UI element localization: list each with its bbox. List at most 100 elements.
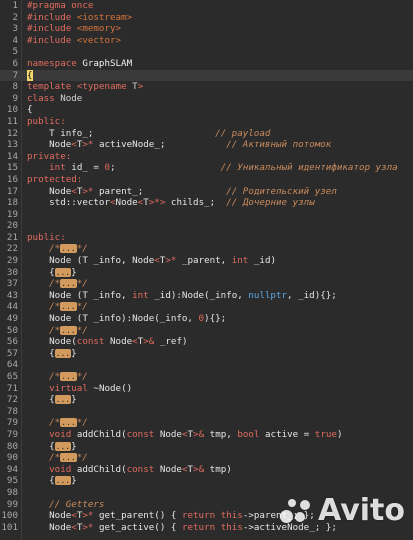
code-token: addChild( [76, 428, 127, 440]
line-number: 79 [6, 428, 18, 440]
code-token: >& [193, 463, 210, 475]
line-code: void addChild(const Node<T>& tmp, bool a… [27, 429, 413, 441]
code-line[interactable]: 8 template <typename T> [0, 81, 413, 93]
code-line[interactable]: 50 /*...*/ [0, 325, 413, 337]
code-line[interactable]: 20 [0, 220, 413, 232]
line-number: 1 [12, 0, 18, 11]
code-token: void [49, 428, 77, 440]
code-editor[interactable]: 1 #pragma once 2 #include <iostream> 3 #inclu… [0, 0, 413, 540]
code-token: */ [76, 452, 88, 464]
code-line[interactable]: 13 Node<T>* activeNode_; // Активный пот… [0, 139, 413, 151]
line-code: {...} [27, 348, 413, 360]
code-line[interactable]: 17 Node<T>* parent_; // Родительский узе… [0, 186, 413, 198]
code-token: >*> [148, 197, 171, 209]
line-number: 12 [6, 127, 18, 139]
code-line[interactable]: 7{ [0, 69, 413, 82]
code-token: >* [82, 521, 99, 533]
code-token: void [49, 463, 77, 475]
code-token: <vector> [76, 34, 122, 46]
code-token: { [27, 347, 55, 359]
code-line[interactable]: 80 {...} [0, 441, 413, 453]
line-number: 79 [6, 417, 18, 429]
code-token: public: [27, 115, 66, 127]
code-line[interactable]: 79 /*...*/ [0, 417, 413, 429]
code-line[interactable]: 6 namespace GraphSLAM [0, 58, 413, 70]
code-line[interactable]: 18 std::vector<Node<T>*> childs_; // Доч… [0, 197, 413, 209]
code-line[interactable]: 10 { [0, 104, 413, 116]
code-token: private: [27, 150, 72, 162]
collapsed-fold-marker[interactable]: ... [54, 441, 72, 451]
code-line[interactable]: 72 {...} [0, 394, 413, 406]
collapsed-fold-marker[interactable]: ... [54, 476, 72, 486]
collapsed-fold-marker[interactable]: ... [60, 325, 77, 335]
code-token: /* [49, 371, 61, 382]
line-code: Node (T _info):Node(_info, 0){}; [27, 313, 413, 325]
code-token: namespace [27, 57, 83, 69]
code-line[interactable]: 43 Node (T _info, int _id):Node(_info, n… [0, 290, 413, 302]
line-code: protected: [27, 174, 413, 186]
code-token: std::vector [27, 197, 110, 209]
line-code: Node(const Node<T>& _ref) [27, 336, 413, 348]
code-token: true [314, 428, 337, 440]
code-token: { [27, 475, 55, 487]
line-number: 65 [6, 371, 18, 382]
code-line[interactable]: 1 #pragma once [0, 0, 413, 12]
code-line[interactable]: 3 #include <memory> [0, 23, 413, 35]
code-line[interactable]: 5 [0, 46, 413, 58]
code-line[interactable]: 14 private: [0, 151, 413, 163]
collapsed-fold-marker[interactable]: ... [60, 279, 77, 289]
code-token: const [76, 336, 110, 348]
line-number: 9 [12, 92, 18, 104]
code-line[interactable]: 44 /*...*/ [0, 301, 413, 313]
code-line[interactable]: 78 [0, 406, 413, 418]
line-number: 30 [6, 266, 18, 278]
code-line[interactable]: 16 protected: [0, 174, 413, 186]
code-line[interactable]: 71 virtual ~Node() [0, 383, 413, 395]
code-line[interactable]: 65 /*...*/ [0, 371, 413, 383]
code-line[interactable]: 94 void addChild(const Node<T>& tmp) [0, 464, 413, 476]
line-code: {...} [27, 267, 413, 279]
line-number: 72 [6, 394, 18, 406]
line-code: #include <vector> [27, 35, 413, 47]
code-line[interactable]: 12 T info_; // payload [0, 128, 413, 140]
code-token: _id) [253, 255, 277, 267]
code-line[interactable]: 57 {...} [0, 348, 413, 360]
line-number: 8 [12, 81, 18, 93]
collapsed-fold-marker[interactable]: ... [54, 267, 72, 277]
code-token: ; [110, 162, 221, 174]
code-line[interactable]: 90 /*...*/ [0, 452, 413, 464]
line-code: {...} [27, 441, 413, 453]
code-line[interactable]: 56 Node(const Node<T>& _ref) [0, 336, 413, 348]
code-token: return [181, 521, 221, 533]
code-line[interactable]: 64 [0, 359, 413, 371]
line-code: public: [27, 232, 413, 244]
code-line[interactable]: 4 #include <vector> [0, 35, 413, 47]
code-line[interactable]: 49 Node (T _info):Node(_info, 0){}; [0, 313, 413, 325]
code-token: _id):Node(_info, [154, 289, 249, 301]
code-line[interactable]: 21 public: [0, 232, 413, 244]
code-line[interactable]: 9 class Node [0, 93, 413, 105]
code-line[interactable]: 15 int id_ = 0; // Уникальный идентифика… [0, 162, 413, 174]
code-token: <memory> [76, 23, 122, 35]
code-line[interactable]: 2 #include <iostream> [0, 12, 413, 24]
collapsed-fold-marker[interactable]: ... [60, 453, 77, 463]
code-line[interactable]: 11 public: [0, 116, 413, 128]
collapsed-fold-marker[interactable]: ... [54, 348, 72, 358]
code-line[interactable]: 95 {...} [0, 475, 413, 487]
code-token: */ [76, 301, 88, 313]
code-line[interactable]: 19 [0, 209, 413, 221]
code-line[interactable]: 37 /*...*/ [0, 278, 413, 290]
code-line[interactable]: 30 {...} [0, 267, 413, 279]
code-line[interactable]: 79 void addChild(const Node<T>& tmp, boo… [0, 429, 413, 441]
collapsed-fold-marker[interactable]: ... [60, 418, 77, 428]
collapsed-fold-marker[interactable]: ... [60, 372, 77, 381]
line-number: 20 [6, 220, 18, 232]
collapsed-fold-marker[interactable]: ... [60, 302, 77, 312]
collapsed-fold-marker[interactable]: ... [54, 395, 72, 405]
code-line[interactable]: 22 /*...*/ [0, 243, 413, 255]
line-number: 95 [6, 475, 18, 487]
collapsed-fold-marker[interactable]: ... [60, 244, 77, 254]
code-line[interactable]: 29 Node (T _info, Node<T>* _parent, int … [0, 255, 413, 267]
